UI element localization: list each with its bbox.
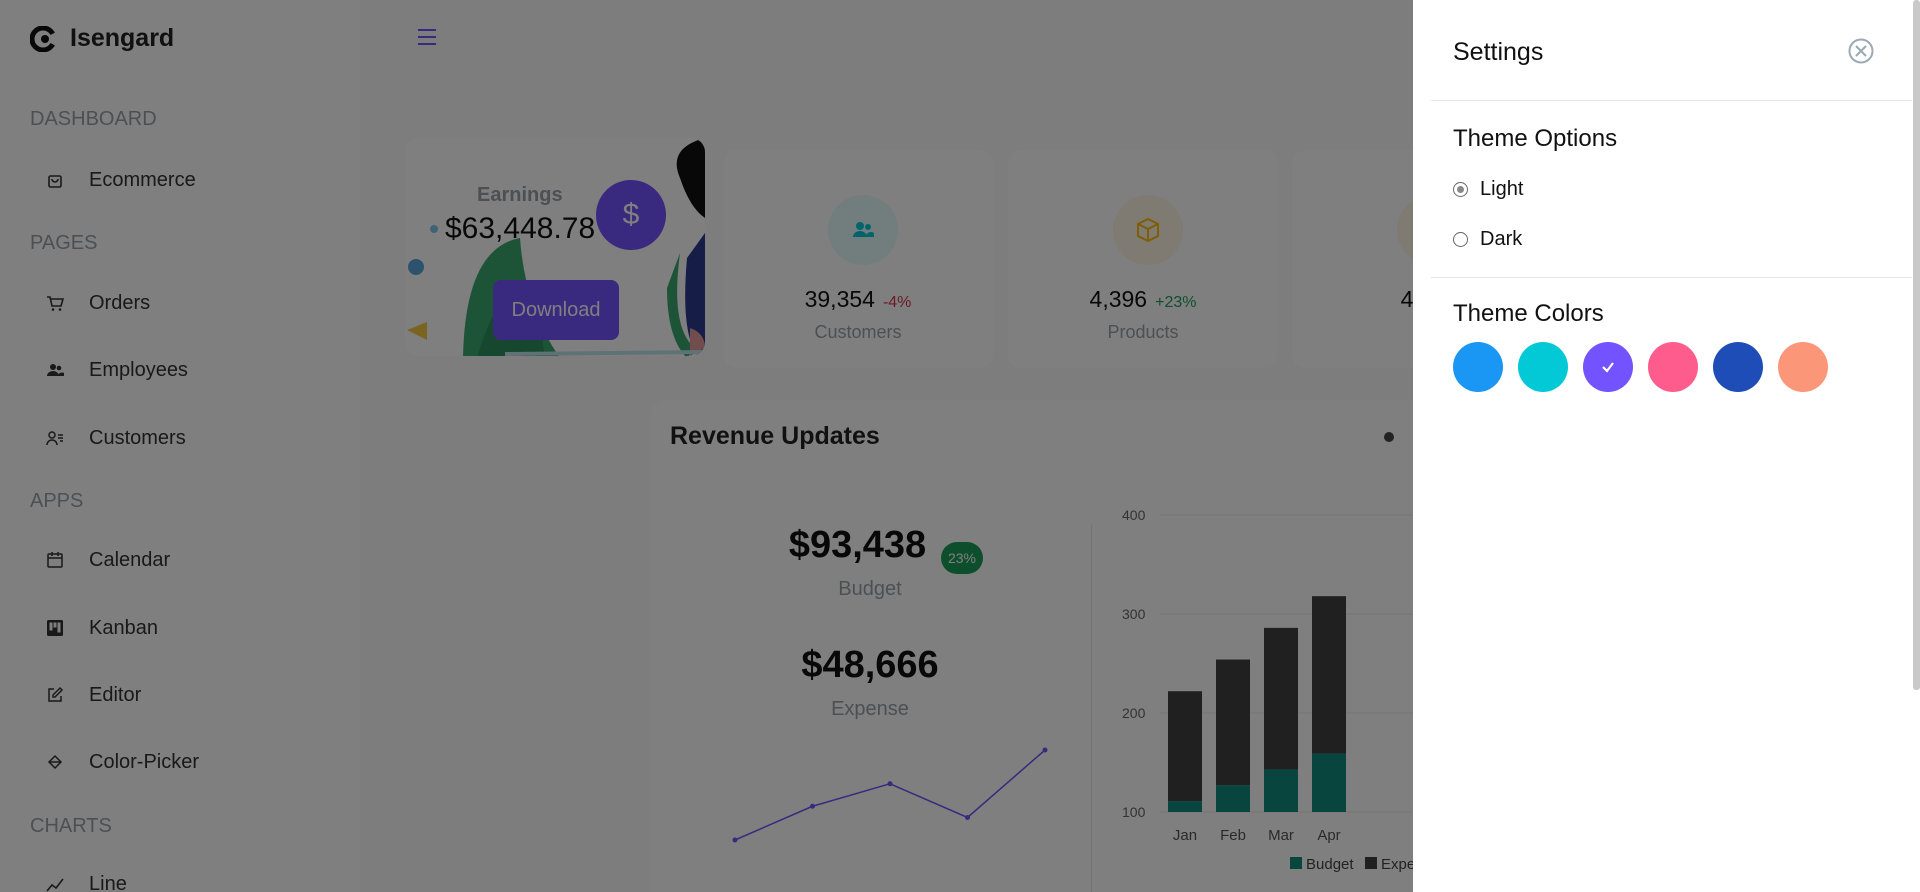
radio-button-dark[interactable] bbox=[1453, 232, 1468, 247]
theme-option-label: Dark bbox=[1480, 228, 1523, 250]
radio-button-light[interactable] bbox=[1453, 182, 1468, 197]
theme-option-label: Light bbox=[1480, 178, 1524, 200]
scrollbar[interactable] bbox=[1913, 0, 1920, 690]
settings-panel: Settings Theme Options Light Dark Theme … bbox=[1413, 0, 1920, 892]
theme-option-dark[interactable]: Dark bbox=[1453, 228, 1522, 251]
color-swatch[interactable] bbox=[1648, 342, 1698, 392]
theme-option-light[interactable]: Light bbox=[1453, 178, 1523, 201]
color-swatch[interactable] bbox=[1713, 342, 1763, 392]
color-swatch[interactable] bbox=[1518, 342, 1568, 392]
color-swatch[interactable] bbox=[1778, 342, 1828, 392]
divider bbox=[1431, 100, 1912, 101]
settings-title: Settings bbox=[1453, 38, 1544, 66]
theme-colors-title: Theme Colors bbox=[1453, 300, 1604, 327]
close-icon[interactable] bbox=[1847, 37, 1875, 65]
theme-options-title: Theme Options bbox=[1453, 125, 1618, 152]
theme-color-swatches bbox=[1453, 342, 1828, 392]
divider bbox=[1431, 277, 1912, 278]
color-swatch[interactable] bbox=[1453, 342, 1503, 392]
check-icon bbox=[1602, 362, 1614, 373]
color-swatch[interactable] bbox=[1583, 342, 1633, 392]
